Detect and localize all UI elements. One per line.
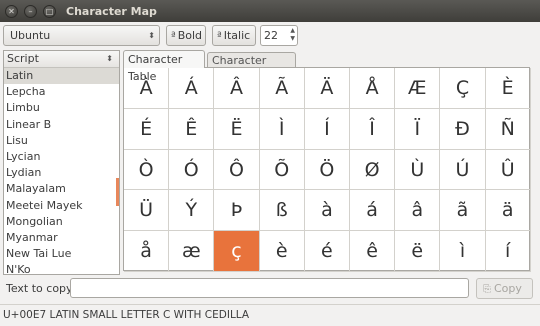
title-bar: ✕ – □ Character Map xyxy=(0,0,540,22)
sidebar-item[interactable]: Malayalam xyxy=(4,181,119,197)
sidebar-item[interactable]: Lepcha xyxy=(4,84,119,100)
character-cell[interactable]: Ü xyxy=(124,190,170,232)
script-list: Script ⬍ Latin Lepcha Limbu Linear B Lisu Lyc… xyxy=(3,50,120,275)
character-cell[interactable]: Ë xyxy=(214,108,260,150)
chevron-updown-icon: ⬍ xyxy=(106,54,113,63)
character-cell[interactable]: É xyxy=(124,108,170,150)
sidebar-item[interactable]: Limbu xyxy=(4,100,119,116)
character-cell[interactable]: Ï xyxy=(395,108,441,150)
character-cell[interactable]: Ñ xyxy=(485,108,531,150)
character-cell[interactable]: Þ xyxy=(214,190,260,232)
character-cell[interactable]: ê xyxy=(350,231,396,272)
status-bar: U+00E7 LATIN SMALL LETTER C WITH CEDILLA xyxy=(0,304,540,326)
character-cell[interactable]: Í xyxy=(304,108,350,150)
character-cell[interactable]: Ø xyxy=(350,149,396,191)
character-cell[interactable]: Ã xyxy=(259,68,305,109)
character-cell[interactable]: ç xyxy=(214,231,260,272)
scrollbar[interactable] xyxy=(116,178,119,206)
character-cell[interactable]: à xyxy=(304,190,350,232)
script-selector[interactable]: Script ⬍ xyxy=(4,51,119,68)
scrollbar[interactable] xyxy=(531,67,537,271)
character-cell[interactable]: Î xyxy=(350,108,396,150)
minimize-icon[interactable]: – xyxy=(24,4,37,18)
bold-icon: ª xyxy=(171,31,176,42)
italic-button[interactable]: ª Italic xyxy=(212,25,256,46)
sidebar-item[interactable]: Lydian xyxy=(4,165,119,181)
character-cell[interactable]: Å xyxy=(350,68,396,109)
character-cell[interactable]: Á xyxy=(169,68,215,109)
character-cell[interactable]: Ò xyxy=(124,149,170,191)
character-cell[interactable]: Õ xyxy=(259,149,305,191)
font-family-combo[interactable]: Ubuntu ⬍ xyxy=(3,25,160,46)
font-family-value: Ubuntu xyxy=(10,29,51,42)
character-cell[interactable]: ß xyxy=(259,190,305,232)
character-cell[interactable]: Ý xyxy=(169,190,215,232)
chevron-updown-icon: ⬍ xyxy=(148,31,155,40)
tab-character-details[interactable]: Character Details xyxy=(207,52,296,82)
character-cell[interactable]: Ì xyxy=(259,108,305,150)
character-cell[interactable]: Ù xyxy=(395,149,441,191)
script-selector-label: Script xyxy=(7,52,39,65)
character-cell[interactable]: È xyxy=(485,68,531,109)
bold-label: Bold xyxy=(177,29,203,42)
character-cell[interactable]: Đ xyxy=(440,108,486,150)
bold-button[interactable]: ª Bold xyxy=(166,25,206,46)
character-cell[interactable]: í xyxy=(485,231,531,272)
sidebar-item[interactable]: N'Ko xyxy=(4,262,119,274)
character-cell[interactable]: å xyxy=(124,231,170,272)
italic-icon: ª xyxy=(217,31,222,42)
sidebar-item[interactable]: Latin xyxy=(4,68,119,85)
tab-character-table[interactable]: Character Table xyxy=(123,50,205,83)
character-cell[interactable]: Â xyxy=(214,68,260,109)
toolbar: Ubuntu ⬍ ª Bold ª Italic 22 ▲ ▼ xyxy=(0,22,540,48)
character-cell[interactable]: â xyxy=(395,190,441,232)
sidebar-item[interactable]: Meetei Mayek xyxy=(4,198,119,214)
character-cell[interactable]: Ô xyxy=(214,149,260,191)
character-cell[interactable]: é xyxy=(304,231,350,272)
sidebar-item[interactable]: Lisu xyxy=(4,133,119,149)
copy-row: Text to copy: ⎘ Copy xyxy=(0,276,540,302)
italic-label: Italic xyxy=(223,29,251,42)
sidebar-item[interactable]: Mongolian xyxy=(4,214,119,230)
sidebar-item[interactable]: Linear B xyxy=(4,117,119,133)
character-table: ÀÁÂÃÄÅÆÇÈÉÊËÌÍÎÏĐÑÒÓÔÕÖØÙÚÛÜÝÞßàáâãäåæçè… xyxy=(123,67,531,272)
character-cell[interactable]: Ö xyxy=(304,149,350,191)
sidebar-item[interactable]: Lycian xyxy=(4,149,119,165)
character-cell[interactable]: ì xyxy=(440,231,486,272)
copy-icon: ⎘ xyxy=(483,284,491,295)
spin-arrows-icon[interactable]: ▲ ▼ xyxy=(290,27,295,43)
copy-label: Text to copy: xyxy=(6,282,76,295)
sidebar-item[interactable]: Myanmar xyxy=(4,230,119,246)
character-cell[interactable]: æ xyxy=(169,231,215,272)
font-size-value: 22 xyxy=(264,29,278,42)
character-cell[interactable]: è xyxy=(259,231,305,272)
window-title: Character Map xyxy=(66,4,157,18)
sidebar-item[interactable]: New Tai Lue xyxy=(4,246,119,262)
character-cell[interactable]: Û xyxy=(485,149,531,191)
character-cell[interactable]: Ê xyxy=(169,108,215,150)
copy-button-label: Copy xyxy=(494,282,522,295)
character-cell[interactable]: ä xyxy=(485,190,531,232)
maximize-icon[interactable]: □ xyxy=(43,4,56,18)
script-items: Latin Lepcha Limbu Linear B Lisu Lycian Lydian… xyxy=(4,68,119,274)
character-cell[interactable]: ã xyxy=(440,190,486,232)
font-size-spinner[interactable]: 22 ▲ ▼ xyxy=(260,25,298,46)
text-to-copy-input[interactable] xyxy=(70,278,469,298)
character-cell[interactable]: Ó xyxy=(169,149,215,191)
character-cell[interactable]: á xyxy=(350,190,396,232)
character-cell[interactable]: Æ xyxy=(395,68,441,109)
close-icon[interactable]: ✕ xyxy=(5,4,18,18)
character-cell[interactable]: Ç xyxy=(440,68,486,109)
character-cell[interactable]: Ú xyxy=(440,149,486,191)
character-cell[interactable]: Ä xyxy=(304,68,350,109)
copy-button[interactable]: ⎘ Copy xyxy=(476,278,533,299)
character-cell[interactable]: ë xyxy=(395,231,441,272)
